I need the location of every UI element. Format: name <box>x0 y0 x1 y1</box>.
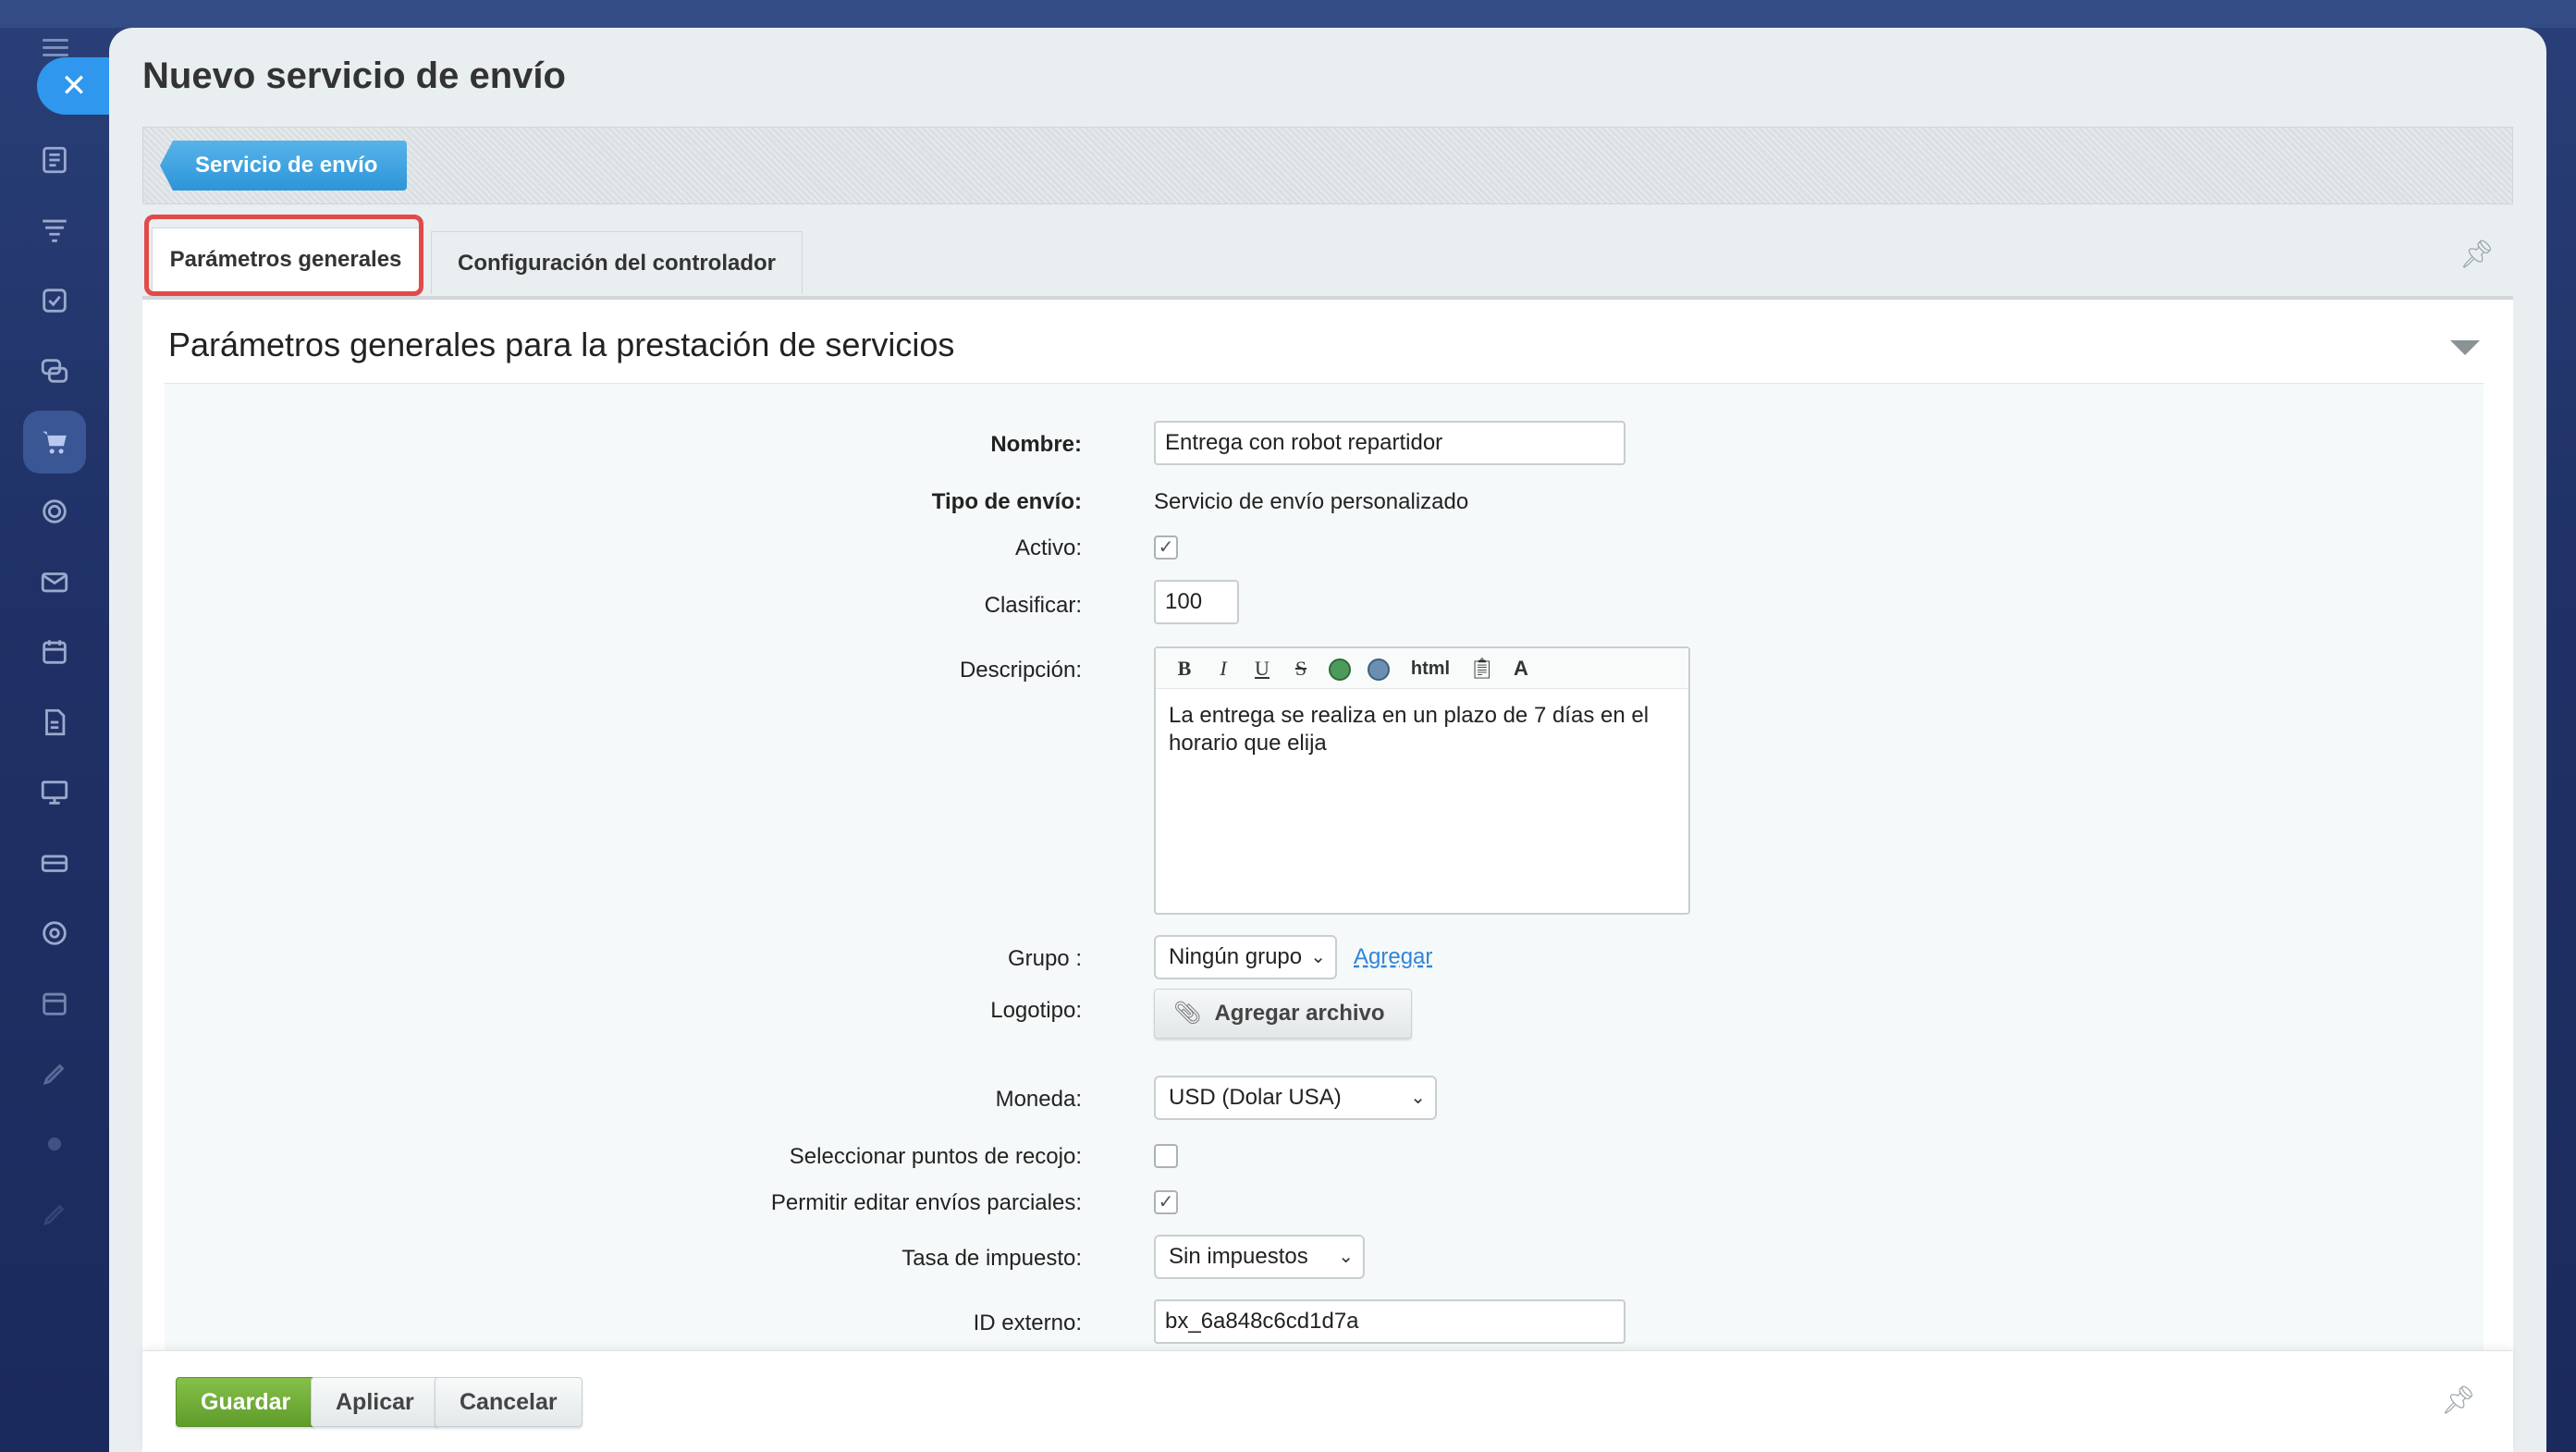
html-mode-button[interactable]: html <box>1398 651 1463 686</box>
group-label: Grupo : <box>1007 946 1082 971</box>
editor-toolbar: B I U S html 📋︎ A <box>1156 648 1688 689</box>
calendar-icon[interactable] <box>31 629 78 675</box>
add-file-label: Agregar archivo <box>1214 1001 1385 1026</box>
sort-input[interactable]: 100 <box>1154 580 1239 624</box>
tasks-icon[interactable] <box>31 277 78 324</box>
active-checkbox[interactable]: ✓ <box>1154 535 1178 560</box>
schedule-icon[interactable] <box>31 980 78 1027</box>
chevron-down-icon: ⌄ <box>1410 1088 1426 1108</box>
tax-rate-select[interactable]: Sin impuestos ⌄ <box>1154 1235 1365 1279</box>
pen-icon[interactable] <box>31 1191 78 1237</box>
background-strip <box>0 0 2576 28</box>
italic-button[interactable]: I <box>1204 651 1243 686</box>
description-label: Descripción: <box>959 658 1082 683</box>
add-group-link[interactable]: Agregar <box>1354 944 1432 970</box>
external-id-label: ID externo: <box>973 1310 1082 1335</box>
pickup-points-label: Seleccionar puntos de recojo: <box>789 1144 1082 1169</box>
target-icon[interactable] <box>31 910 78 956</box>
add-file-button[interactable]: 📎︎ Agregar archivo <box>1154 989 1412 1039</box>
mail-icon[interactable] <box>31 559 78 605</box>
tax-rate-label: Tasa de impuesto: <box>902 1246 1082 1271</box>
slider-panel: Nuevo servicio de envío Servicio de enví… <box>109 28 2546 1452</box>
name-input[interactable]: Entrega con robot repartidor <box>1154 421 1625 465</box>
apply-button[interactable]: Aplicar <box>311 1377 439 1427</box>
currency-selected: USD (Dolar USA) <box>1169 1085 1342 1110</box>
service-tag[interactable]: Servicio de envío <box>160 141 408 191</box>
description-text[interactable]: La entrega se realiza en un plazo de 7 d… <box>1156 689 1688 770</box>
paste-icon[interactable]: 📋︎ <box>1463 651 1502 686</box>
chevron-down-icon: ⌄ <box>1310 947 1326 967</box>
chevron-down-icon: ⌄ <box>1338 1247 1354 1267</box>
funnel-icon[interactable] <box>31 207 78 253</box>
feed-icon[interactable] <box>31 137 78 183</box>
partial-edit-label: Permitir editar envíos parciales: <box>770 1190 1082 1215</box>
strikethrough-button[interactable]: S <box>1282 651 1320 686</box>
shop-cart-icon[interactable] <box>23 411 86 474</box>
pin-icon[interactable]: 📌︎ <box>2459 239 2495 271</box>
close-icon: ✕ <box>60 68 88 104</box>
currency-label: Moneda: <box>995 1087 1082 1112</box>
type-value: Servicio de envío personalizado <box>1154 489 1469 514</box>
left-sidebar: ✕ <box>0 0 111 1452</box>
pickup-points-checkbox[interactable] <box>1154 1144 1178 1168</box>
paperclip-icon: 📎︎ <box>1173 1001 1202 1026</box>
section-title: Parámetros generales para la prestación … <box>168 326 955 363</box>
unlink-icon[interactable] <box>1359 651 1398 686</box>
collapse-caret-icon[interactable] <box>2450 340 2480 355</box>
form-area: Nombre: Entrega con robot repartidor Tip… <box>165 383 2484 1385</box>
save-button[interactable]: Guardar <box>176 1377 316 1427</box>
tax-rate-selected: Sin impuestos <box>1169 1244 1308 1269</box>
edit-icon[interactable] <box>31 1051 78 1097</box>
footer-pin-icon[interactable]: 📌︎ <box>2441 1384 2476 1417</box>
content-card: Parámetros generales para la prestación … <box>142 296 2513 1385</box>
underline-button[interactable]: U <box>1243 651 1282 686</box>
more-icon[interactable] <box>31 1121 78 1167</box>
sort-label: Clasificar: <box>984 593 1082 618</box>
bold-button[interactable]: B <box>1165 651 1204 686</box>
footer-bar: Guardar Aplicar Cancelar 📌︎ <box>142 1350 2513 1452</box>
chat-icon[interactable] <box>31 348 78 394</box>
tab-controller-config[interactable]: Configuración del controlador <box>431 231 803 294</box>
partial-edit-checkbox[interactable]: ✓ <box>1154 1190 1178 1214</box>
name-label: Nombre: <box>990 432 1082 457</box>
page-title: Nuevo servicio de envío <box>142 55 566 96</box>
type-label: Tipo de envío: <box>931 489 1082 514</box>
currency-select[interactable]: USD (Dolar USA) ⌄ <box>1154 1076 1437 1120</box>
description-editor[interactable]: B I U S html 📋︎ A La entrega se realiza … <box>1154 646 1690 915</box>
presentation-icon[interactable] <box>31 769 78 816</box>
documents-icon[interactable] <box>31 699 78 745</box>
group-select[interactable]: Ningún grupo ⌄ <box>1154 935 1337 979</box>
service-bar: Servicio de envío <box>142 127 2513 204</box>
link-icon[interactable] <box>1320 651 1359 686</box>
inbox-icon[interactable] <box>31 840 78 886</box>
group-selected: Ningún grupo <box>1169 944 1303 969</box>
external-id-input[interactable]: bx_6a848c6cd1d7a <box>1154 1299 1625 1344</box>
active-label: Activo: <box>1014 535 1082 560</box>
font-icon[interactable]: A <box>1502 651 1540 686</box>
sites-icon[interactable] <box>31 488 78 535</box>
menu-icon[interactable] <box>43 39 68 57</box>
cancel-button[interactable]: Cancelar <box>435 1377 583 1427</box>
tab-highlight-frame <box>144 215 423 296</box>
logo-label: Logotipo: <box>990 998 1082 1023</box>
close-slider-button[interactable]: ✕ <box>37 57 111 115</box>
